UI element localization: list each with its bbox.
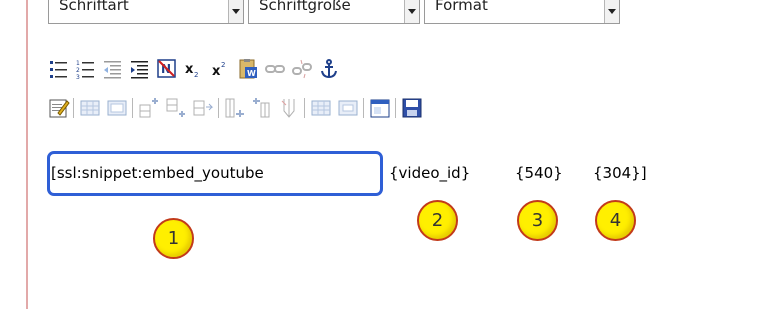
format-dropdown[interactable]: Format — [424, 0, 620, 24]
merge-cells-icon[interactable] — [310, 97, 332, 119]
callout-2: 2 — [417, 200, 458, 241]
outdent-icon[interactable] — [102, 58, 124, 80]
cell-properties-icon[interactable] — [369, 97, 391, 119]
anchor-icon[interactable] — [318, 58, 340, 80]
svg-text:x: x — [185, 62, 194, 77]
callout-4: 4 — [595, 200, 636, 241]
size-dropdown[interactable]: Schriftgröße — [248, 0, 420, 24]
remove-format-icon[interactable]: N — [156, 58, 178, 80]
unlink-icon[interactable] — [291, 58, 313, 80]
font-dropdown-value: Schriftart — [59, 0, 129, 14]
insert-row-after-icon[interactable] — [165, 97, 187, 119]
chevron-down-icon[interactable] — [228, 0, 243, 23]
snippet-highlight-box — [47, 151, 383, 196]
svg-text:2: 2 — [194, 71, 198, 79]
svg-text:x: x — [212, 64, 221, 79]
callout-1: 1 — [153, 218, 194, 259]
svg-text:2: 2 — [76, 67, 80, 74]
insert-row-before-icon[interactable] — [138, 97, 160, 119]
size-dropdown-value: Schriftgröße — [259, 0, 351, 14]
save-icon[interactable] — [401, 97, 423, 119]
font-dropdown[interactable]: Schriftart — [48, 0, 244, 24]
format-dropdown-value: Format — [435, 0, 488, 14]
svg-text:3: 3 — [76, 74, 80, 80]
delete-row-icon[interactable] — [192, 97, 214, 119]
editor: Schriftart Schriftgröße Format 123 N x2 … — [28, 0, 763, 309]
toolbar-separator — [73, 98, 74, 118]
delete-col-icon[interactable] — [278, 97, 300, 119]
insert-col-before-icon[interactable] — [224, 97, 246, 119]
video-id-param: {video_id} — [389, 164, 471, 182]
svg-text:W: W — [247, 69, 256, 78]
table-properties-icon[interactable] — [106, 97, 128, 119]
toolbar-separator — [218, 98, 219, 118]
indent-icon[interactable] — [129, 58, 151, 80]
ordered-list-icon[interactable]: 123 — [75, 58, 97, 81]
edit-source-icon[interactable] — [48, 97, 70, 119]
unordered-list-icon[interactable] — [48, 58, 70, 80]
toolbar-separator — [304, 98, 305, 118]
svg-text:2: 2 — [221, 61, 225, 69]
split-cells-icon[interactable] — [337, 97, 359, 119]
height-param: {304}] — [593, 164, 647, 182]
superscript-icon[interactable]: x2 — [210, 58, 232, 80]
left-border — [0, 0, 28, 309]
callout-3: 3 — [517, 200, 558, 241]
insert-col-after-icon[interactable] — [251, 97, 273, 119]
link-icon[interactable] — [264, 58, 286, 80]
chevron-down-icon[interactable] — [404, 0, 419, 23]
paste-word-icon[interactable]: W — [237, 58, 259, 80]
chevron-down-icon[interactable] — [604, 0, 619, 23]
toolbar-separator — [363, 98, 364, 118]
toolbar-separator — [395, 98, 396, 118]
table-icon[interactable] — [79, 97, 101, 119]
toolbar-separator — [132, 98, 133, 118]
svg-text:1: 1 — [76, 60, 80, 67]
width-param: {540} — [515, 164, 563, 182]
subscript-icon[interactable]: x2 — [183, 58, 205, 80]
